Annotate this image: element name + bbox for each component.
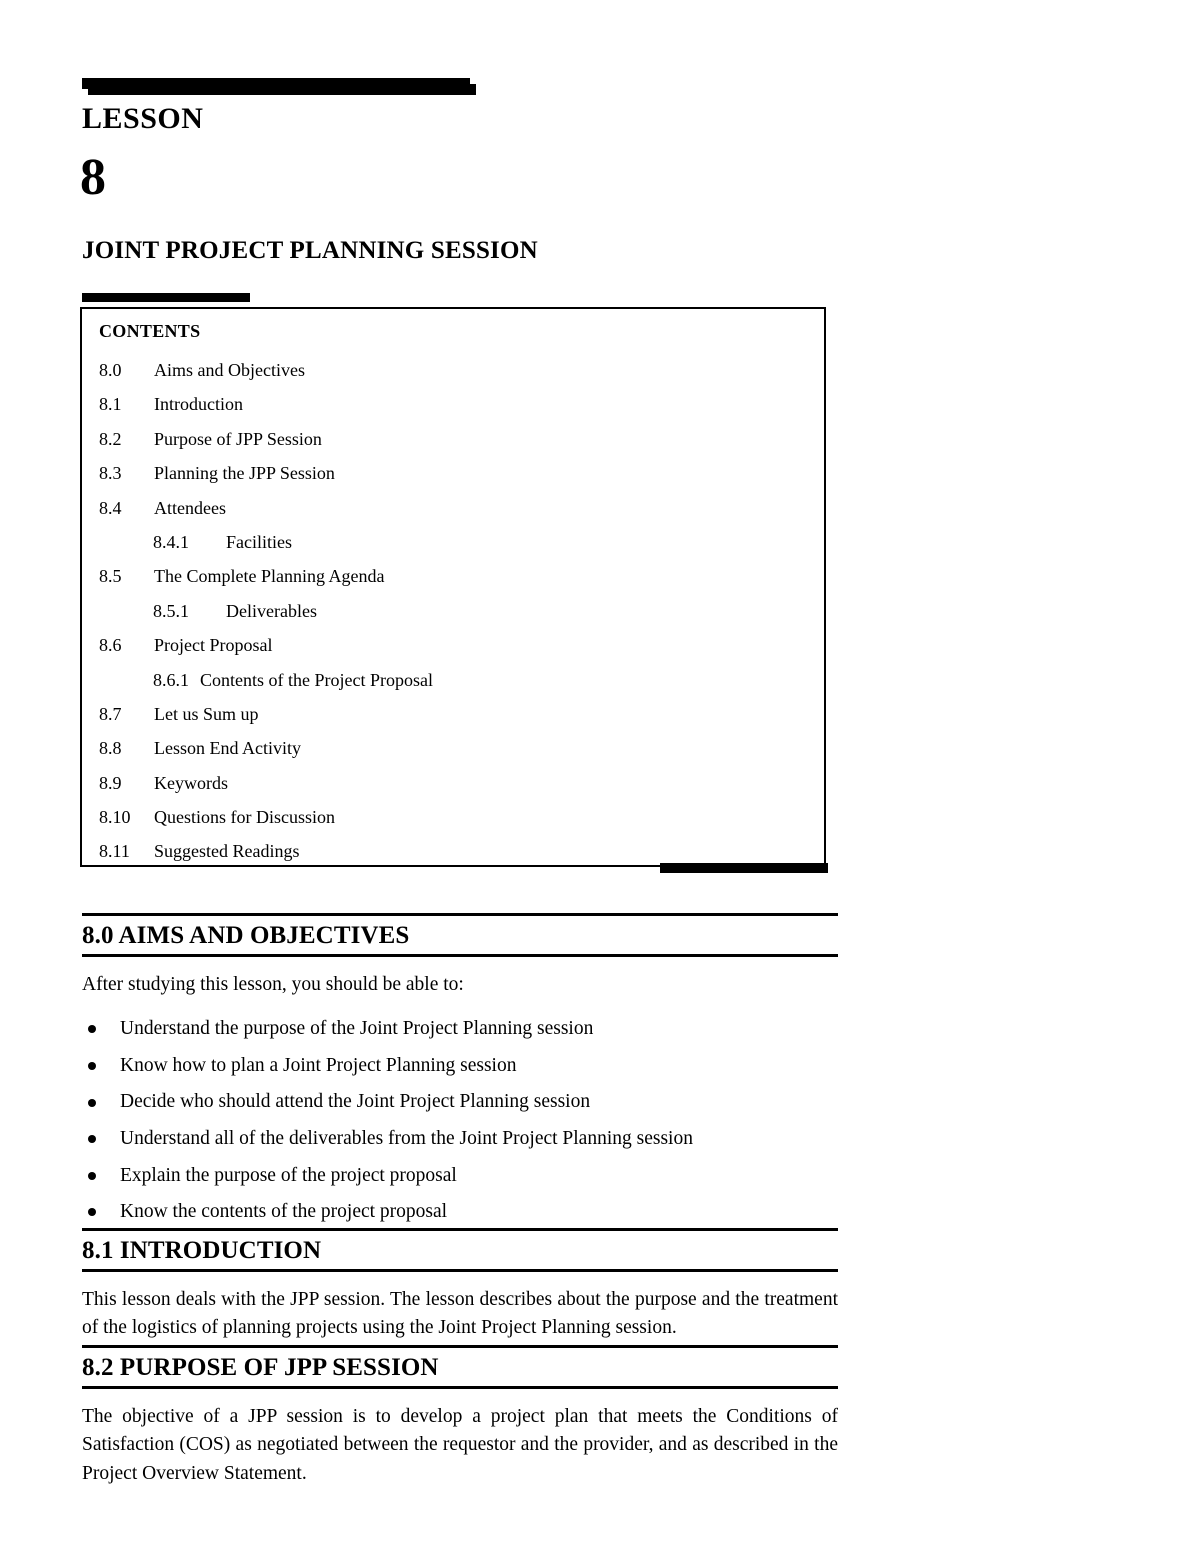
toc-item: 8.5 The Complete Planning Agenda xyxy=(82,559,824,593)
toc-item-label: Deliverables xyxy=(226,600,317,621)
bullet-list-item: Explain the purpose of the project propo… xyxy=(82,1158,838,1195)
bullet-list-item-text: Understand all of the deliverables from … xyxy=(120,1127,693,1149)
toc-item-number: 8.3 xyxy=(99,463,122,484)
toc-item-label: Let us Sum up xyxy=(154,703,259,724)
table-of-contents-list: 8.0 Aims and Objectives 8.1 Introduction 8.2… xyxy=(82,353,824,869)
toc-item-number: 8.6.1 xyxy=(153,669,189,690)
toc-item-label: Facilities xyxy=(226,531,292,552)
lesson-number: 8 xyxy=(80,149,106,206)
toc-item-number: 8.7 xyxy=(99,703,122,724)
bullet-list-item-text: Understand the purpose of the Joint Proj… xyxy=(120,1018,594,1040)
toc-item-number: 8.5.1 xyxy=(153,600,189,621)
toc-item-number: 8.9 xyxy=(99,772,122,793)
bullet-list-item-text: Explain the purpose of the project propo… xyxy=(120,1164,457,1186)
bullet-list-item: Understand the purpose of the Joint Proj… xyxy=(82,1011,838,1048)
toc-item-number: 8.5 xyxy=(99,566,122,587)
bullet-list-item: Know the contents of the project proposa… xyxy=(82,1194,838,1231)
toc-item-label: Keywords xyxy=(154,772,228,793)
section-aims-and-objectives: 8.0 AIMS AND OBJECTIVES After studying t… xyxy=(82,913,838,1231)
toc-item-label: Lesson End Activity xyxy=(154,738,301,759)
toc-item: 8.9 Keywords xyxy=(82,766,824,800)
lesson-label: LESSON xyxy=(82,102,204,135)
toc-item: 8.2 Purpose of JPP Session xyxy=(82,422,824,456)
toc-item: 8.1 Introduction xyxy=(82,387,824,421)
section-title: 8.0 AIMS AND OBJECTIVES xyxy=(82,922,410,949)
toc-item-label: Aims and Objectives xyxy=(154,360,305,380)
toc-item-label: Purpose of JPP Session xyxy=(154,428,322,449)
toc-item-label: The Complete Planning Agenda xyxy=(154,566,385,587)
bullet-list-item-text: Decide who should attend the Joint Proje… xyxy=(120,1091,591,1113)
section-title: 8.1 INTRODUCTION xyxy=(82,1237,322,1264)
section-body-text: This lesson deals with the JPP session. … xyxy=(82,1288,838,1339)
bullet-dot-icon xyxy=(88,1025,96,1034)
toc-item: 8.3 Planning the JPP Session xyxy=(82,456,824,490)
bullet-dot-icon xyxy=(88,1098,96,1107)
toc-item-label: Attendees xyxy=(154,497,226,518)
toc-item-number: 8.10 xyxy=(99,807,131,828)
toc-item: 8.5.1 Deliverables xyxy=(82,594,824,628)
toc-item: 8.6.1 Contents of the Project Proposal xyxy=(82,663,824,697)
toc-item-number: 8.0 xyxy=(99,360,122,380)
toc-item: 8.4.1 Facilities xyxy=(82,525,824,559)
section-title: 8.2 PURPOSE OF JPP SESSION xyxy=(82,1354,439,1381)
header-rule-bar-shadow xyxy=(88,84,476,95)
contents-box-bottom-accent-bar xyxy=(660,863,828,873)
aims-bullet-list: Understand the purpose of the Joint Proj… xyxy=(82,999,838,1231)
section-lead-text: After studying this lesson, you should b… xyxy=(82,973,464,995)
toc-item-number: 8.1 xyxy=(99,394,122,415)
toc-item: 8.0 Aims and Objectives xyxy=(82,353,824,387)
bullet-dot-icon xyxy=(88,1135,96,1144)
document-page: LESSON 8 JOINT PROJECT PLANNING SESSION … xyxy=(0,0,1200,1553)
contents-heading: CONTENTS xyxy=(99,321,201,341)
section-purpose-of-jpp-session: 8.2 PURPOSE OF JPP SESSION The objective… xyxy=(82,1345,838,1488)
toc-item: 8.6 Project Proposal xyxy=(82,628,824,662)
section-introduction: 8.1 INTRODUCTION This lesson deals with … xyxy=(82,1228,838,1343)
toc-item: 8.7 Let us Sum up xyxy=(82,697,824,731)
toc-item-label: Introduction xyxy=(154,394,243,415)
bullet-list-item: Understand all of the deliverables from … xyxy=(82,1121,838,1158)
toc-item: 8.10 Questions for Discussion xyxy=(82,800,824,834)
toc-item-label: Project Proposal xyxy=(154,635,273,656)
toc-item-label: Questions for Discussion xyxy=(154,807,335,828)
bullet-dot-icon xyxy=(88,1208,96,1217)
bullet-dot-icon xyxy=(88,1171,96,1180)
toc-item-number: 8.11 xyxy=(99,841,130,862)
toc-item-label: Suggested Readings xyxy=(154,841,300,862)
lesson-title: JOINT PROJECT PLANNING SESSION xyxy=(82,237,538,264)
toc-item-number: 8.4.1 xyxy=(153,531,189,552)
contents-box-top-accent-bar xyxy=(82,293,250,302)
toc-item-label: Planning the JPP Session xyxy=(154,463,335,484)
toc-item-number: 8.8 xyxy=(99,738,122,759)
toc-item-number: 8.4 xyxy=(99,497,122,518)
toc-item-number: 8.6 xyxy=(99,635,122,656)
toc-item: 8.8 Lesson End Activity xyxy=(82,731,824,765)
bullet-list-item: Decide who should attend the Joint Proje… xyxy=(82,1084,838,1121)
bullet-list-item: Know how to plan a Joint Project Plannin… xyxy=(82,1048,838,1085)
contents-box: CONTENTS 8.0 Aims and Objectives 8.1 Introd… xyxy=(80,307,826,867)
toc-item-label: Contents of the Project Proposal xyxy=(200,669,433,690)
bullet-list-item-text: Know the contents of the project proposa… xyxy=(120,1201,448,1223)
toc-item: 8.4 Attendees xyxy=(82,491,824,525)
toc-item-number: 8.2 xyxy=(99,428,122,449)
bullet-list-item-text: Know how to plan a Joint Project Plannin… xyxy=(120,1054,517,1076)
section-body-text: The objective of a JPP session is to dev… xyxy=(82,1405,838,1484)
bullet-dot-icon xyxy=(88,1062,96,1071)
